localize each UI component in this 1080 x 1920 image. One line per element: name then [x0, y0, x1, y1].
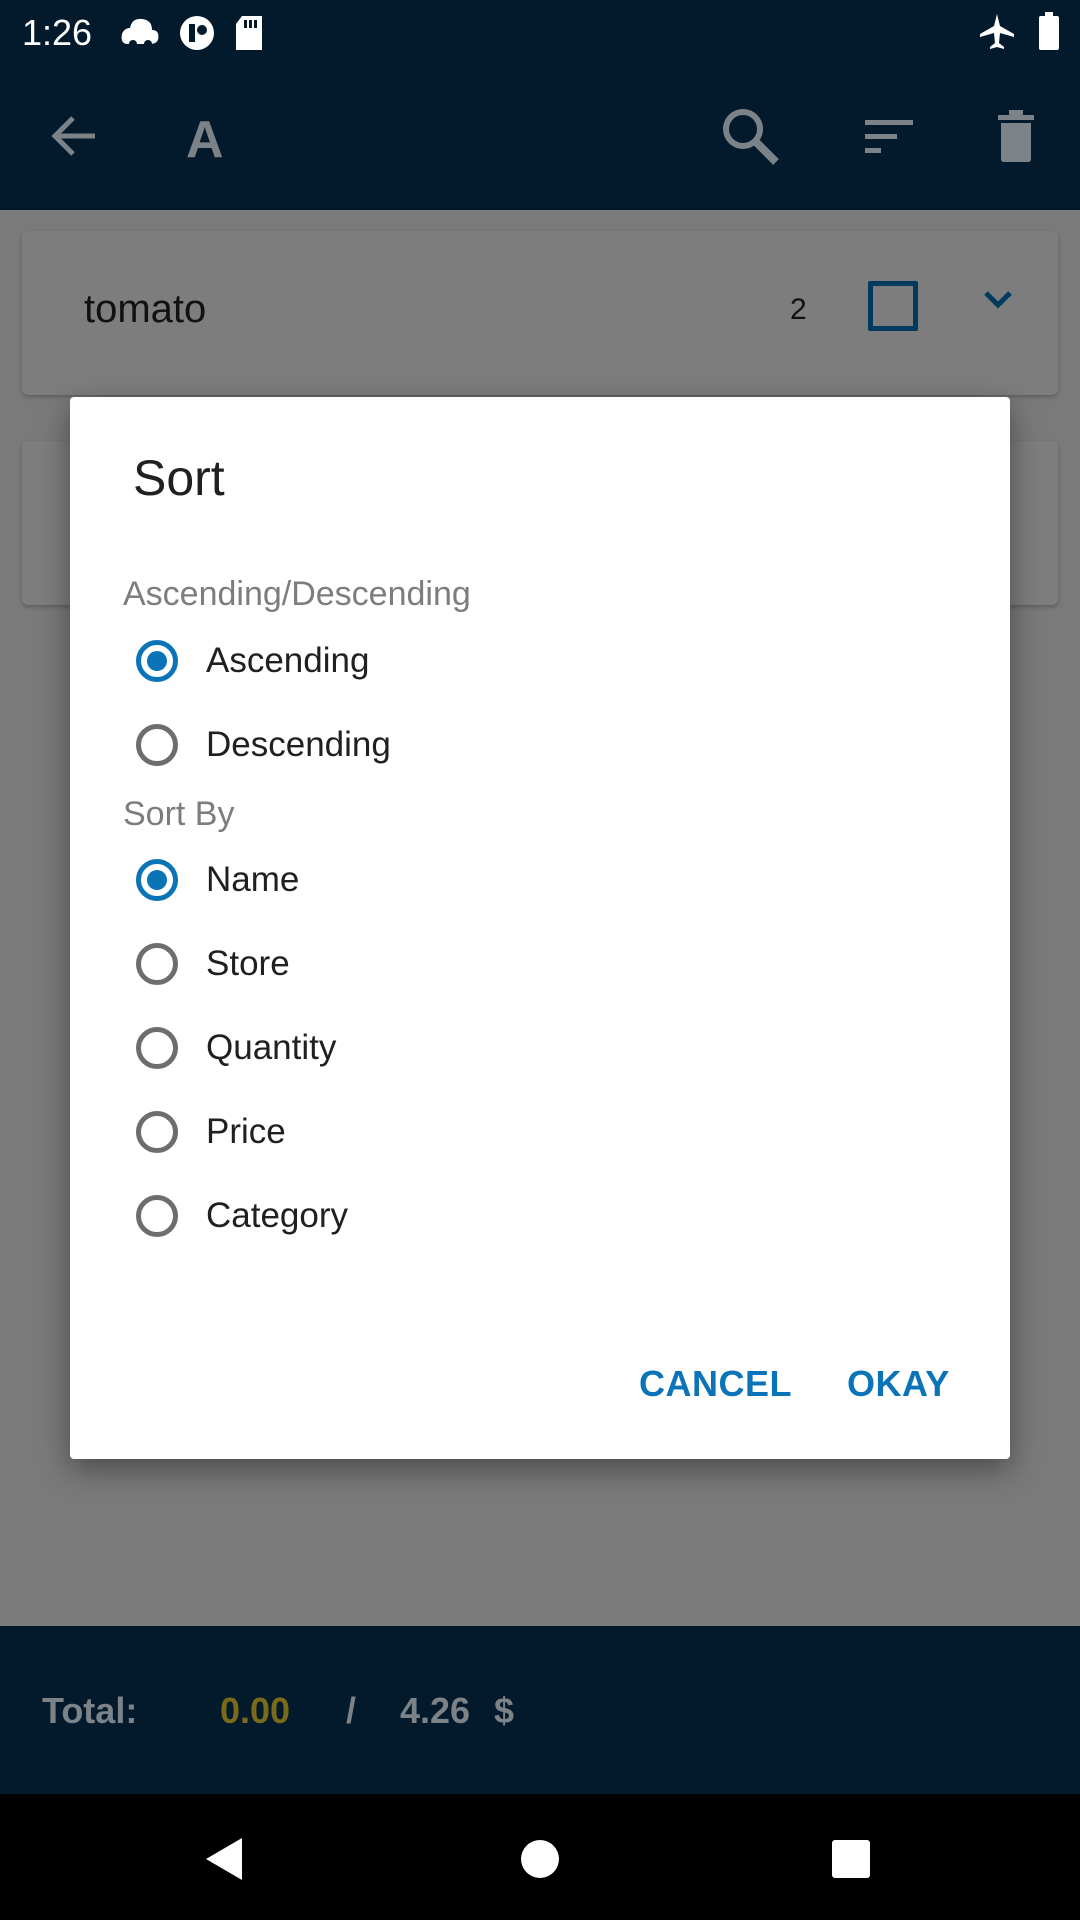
radio-label: Category [206, 1196, 349, 1235]
cloud-icon [120, 14, 160, 61]
nav-home-icon[interactable] [515, 1834, 565, 1884]
status-bar: 1:26 [0, 0, 1080, 64]
nav-back-icon[interactable] [202, 1834, 252, 1884]
okay-button[interactable]: OKAY [847, 1363, 950, 1405]
total-bar: Total: 0.00 / 4.26 $ [0, 1626, 1080, 1794]
notification-icon [178, 14, 216, 61]
radio-button[interactable] [136, 859, 178, 901]
total-separator: / [346, 1690, 357, 1731]
checked-total: 0.00 [220, 1690, 291, 1731]
sort-dialog: Sort Ascending/Descending Ascending Desc… [70, 397, 1010, 1459]
radio-label: Descending [206, 725, 391, 764]
item-quantity: 2 [790, 293, 807, 326]
item-name: tomato [84, 287, 207, 331]
back-arrow-icon[interactable] [42, 104, 106, 168]
airplane-icon [978, 12, 1016, 59]
app-toolbar: A [0, 64, 1080, 210]
battery-icon [1038, 12, 1060, 59]
system-nav-bar [0, 1794, 1080, 1920]
radio-label: Quantity [206, 1028, 337, 1067]
toolbar-title: A [186, 111, 224, 169]
item-checkbox[interactable] [868, 281, 918, 331]
radio-label: Price [206, 1112, 286, 1151]
sd-card-icon [234, 14, 264, 61]
cancel-button[interactable]: CANCEL [639, 1363, 792, 1405]
dialog-title: Sort [133, 450, 225, 506]
currency-symbol: $ [494, 1690, 515, 1731]
radio-sort-category[interactable]: Category [136, 1186, 348, 1246]
total-label: Total: [42, 1690, 138, 1731]
radio-button[interactable] [136, 724, 178, 766]
list-item[interactable]: tomato 2 [22, 231, 1058, 395]
radio-label: Store [206, 944, 290, 983]
nav-recents-icon[interactable] [826, 1834, 876, 1884]
radio-label: Name [206, 860, 300, 899]
status-time: 1:26 [22, 12, 93, 53]
trash-icon[interactable] [984, 104, 1048, 168]
chevron-down-icon[interactable] [982, 287, 1014, 316]
radio-sort-quantity[interactable]: Quantity [136, 1018, 336, 1078]
radio-descending[interactable]: Descending [136, 715, 391, 775]
order-section-label: Ascending/Descending [123, 575, 471, 613]
radio-button[interactable] [136, 640, 178, 682]
radio-ascending[interactable]: Ascending [136, 631, 369, 691]
radio-button[interactable] [136, 1027, 178, 1069]
search-icon[interactable] [718, 104, 782, 168]
radio-sort-price[interactable]: Price [136, 1102, 286, 1162]
overall-total: 4.26 [400, 1690, 471, 1731]
radio-button[interactable] [136, 943, 178, 985]
sort-by-section-label: Sort By [123, 795, 235, 833]
radio-label: Ascending [206, 641, 370, 680]
radio-button[interactable] [136, 1111, 178, 1153]
radio-sort-name[interactable]: Name [136, 850, 299, 910]
radio-sort-store[interactable]: Store [136, 934, 290, 994]
radio-button[interactable] [136, 1195, 178, 1237]
sort-icon[interactable] [857, 104, 921, 168]
